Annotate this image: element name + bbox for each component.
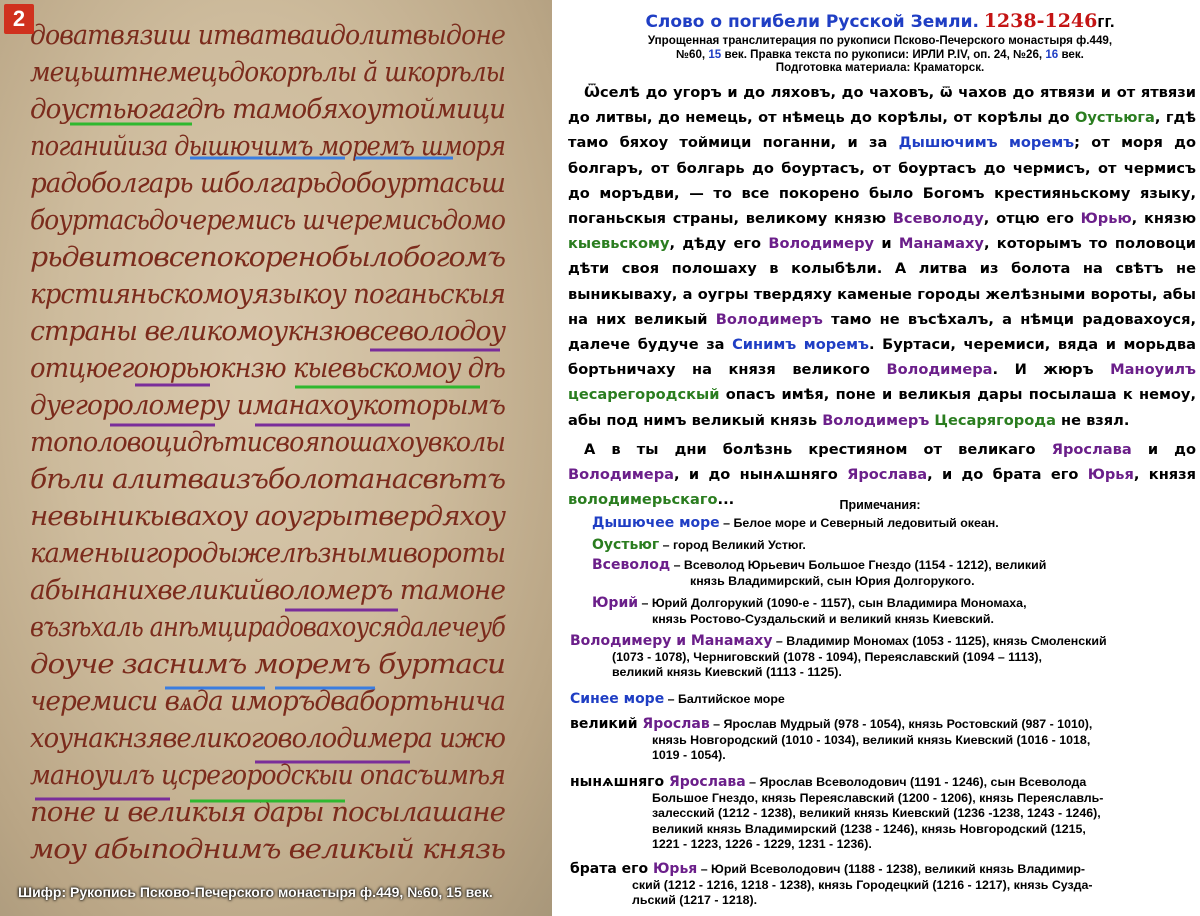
subtitle-text: №60, — [676, 47, 709, 61]
subtitle-century: 15 — [708, 47, 722, 61]
manuscript-line: доустьюгагдѣ тамобяхоутоймици — [30, 94, 505, 125]
name-volodimeru: Володимеру — [768, 235, 875, 253]
notes-heading: Примечания: — [839, 498, 921, 512]
note-yuri: Юрий – Юрий Долгорукий (1090-е - 1157), … — [592, 595, 1027, 626]
manuscript-line: боуртасьдочеремись шчеремисьдомо — [30, 205, 506, 236]
title-years: 1238-1246 — [983, 10, 1098, 32]
note-vsevolod: Всеволод – Всеволод Юрьевич Большое Гнез… — [592, 557, 1047, 588]
place-tsaregrad: цесарегородскый — [568, 386, 720, 404]
name-manamahu: Манамаху — [898, 235, 984, 253]
manuscript-line: радоболгарь шболгарьдобоуртасьш — [30, 168, 505, 199]
note-yaroslav-mudry: великий Ярослав – Ярослав Мудрый (978 - … — [570, 716, 1093, 762]
name-volodimera-2: Володимера — [568, 466, 674, 484]
manuscript-line: невыникывахоу аоугрытвердяхоу — [30, 501, 506, 532]
subtitle-line1: Упрощенная транслитерация по рукописи Пс… — [647, 34, 1113, 47]
transliteration-panel: Слово о погибели Русской Земли. 1238-124… — [560, 0, 1200, 916]
name-volodimer: Володимеръ — [715, 310, 823, 328]
subtitle-line2: №60, 15 век. Правка текста по рукописи: … — [560, 48, 1200, 62]
manuscript-line: абынанихвеликийволомеръ тамоне — [30, 575, 505, 606]
subtitle-text: век. — [1058, 47, 1084, 61]
manuscript-line: доватвязиш итватваидолитвыдоне — [30, 20, 505, 51]
subtitle-text: век. Правка текста по рукописи: ИРЛИ P.I… — [721, 47, 1046, 61]
place-dyshuchee-more: Дышючимъ моремъ — [898, 134, 1075, 152]
manuscript-line: отцюегоюрьюкнзю кыевьскомоу дѣ — [30, 353, 505, 384]
manuscript-line: крстияньскомоуязыкоу поганьскыя — [30, 279, 505, 310]
manuscript-line: страны великомоукнзювсеволодоу — [30, 316, 506, 347]
manuscript-cipher-caption: Шифр: Рукопись Псково-Печерского монасты… — [18, 884, 493, 900]
manuscript-line: черемиси вѧда иморъдвабортьнича — [30, 686, 505, 717]
name-volodimer-2: Володимеръ — [822, 411, 930, 429]
note-yaroslav-vsevolodovich: нынѧшняго Ярослава – Ярослав Всеволодови… — [570, 774, 1104, 851]
title-main: Слово о погибели Русской Земли. — [645, 12, 979, 32]
manuscript-line: хоунакнзявеликоговолодимера ижю — [30, 723, 505, 754]
name-yaroslav: Ярослава — [1051, 440, 1132, 458]
manuscript-line: бѣли алитваизъболотанасвѣтъ — [30, 464, 505, 495]
place-sinee-more: Синимъ моремъ — [732, 336, 869, 354]
place-ustyug: Оустьюга — [1074, 109, 1155, 127]
name-yurya: Юрья — [1087, 466, 1134, 484]
subtitle-line3: Подготовка материала: Краматорск. — [775, 61, 985, 75]
place-kiev: кыевьскому — [568, 235, 670, 253]
manuscript-line: доуче заснимъ моремъ буртаси — [30, 649, 505, 680]
manuscript-line: маноуилъ цсрегородскыи опасъимѣя — [30, 760, 505, 791]
manuscript-line: каменыигородыжелѣзнымивороты — [30, 538, 505, 569]
paragraph-1: Ѿселѣ до угоръ и до ляховъ, до чаховъ, ѿ… — [568, 84, 1197, 429]
title-suffix: гг. — [1097, 12, 1115, 31]
manuscript-line: тополовоцидѣтисвояпошахоувколы — [30, 427, 505, 458]
manuscript-image: доватвязиш итватваидолитвыдоне мецьштнеме… — [0, 0, 552, 916]
manuscript-line: мецьштнемецьдокорѣлы ӑ шкорѣлы — [30, 57, 505, 88]
main-text: Ѿселѣ до угоръ и до ляховъ, до чаховъ, ѿ… — [568, 80, 1196, 512]
note-ustyug: Оустьюг – город Великий Устюг. — [592, 537, 806, 553]
name-yuryu: Юрью — [1080, 210, 1132, 228]
name-volodimera: Володимера — [886, 361, 993, 379]
note-sinee-more: Синее море – Балтийское море — [570, 691, 785, 707]
page-title: Слово о погибели Русской Земли. 1238-124… — [560, 10, 1200, 32]
note-yuri-vsevolodovich: брата его Юрья – Юрий Всеволодович (1188… — [570, 861, 1093, 907]
manuscript-line: рьдвитовсепокоренобылобогомъ — [30, 242, 505, 273]
name-vsevolod: Всеволоду — [892, 210, 984, 228]
manuscript-line: възѣхаль анѣмцирадовахоусядалечеуб — [30, 612, 506, 643]
place-tsaregrad-2: Цесарягорода — [934, 411, 1056, 429]
subtitle: Упрощенная транслитерация по рукописи Пс… — [560, 34, 1200, 75]
page-number-badge: 2 — [4, 4, 34, 34]
manuscript-line: моу абыподнимъ великый князь — [30, 834, 505, 865]
note-dyshuchee-more: Дышючее море – Белое море и Северный лед… — [592, 515, 999, 531]
name-yaroslava: Ярослава — [847, 466, 928, 484]
note-monomakh: Володимеру и Манамаху – Владимир Мономах… — [570, 633, 1107, 679]
name-manuil: Маноуилъ — [1110, 361, 1197, 379]
subtitle-century: 16 — [1045, 47, 1059, 61]
manuscript-line: дуегороломеру иманахоукоторымъ — [30, 390, 505, 421]
manuscript-canvas: доватвязиш итватваидолитвыдоне мецьштнеме… — [30, 20, 507, 865]
